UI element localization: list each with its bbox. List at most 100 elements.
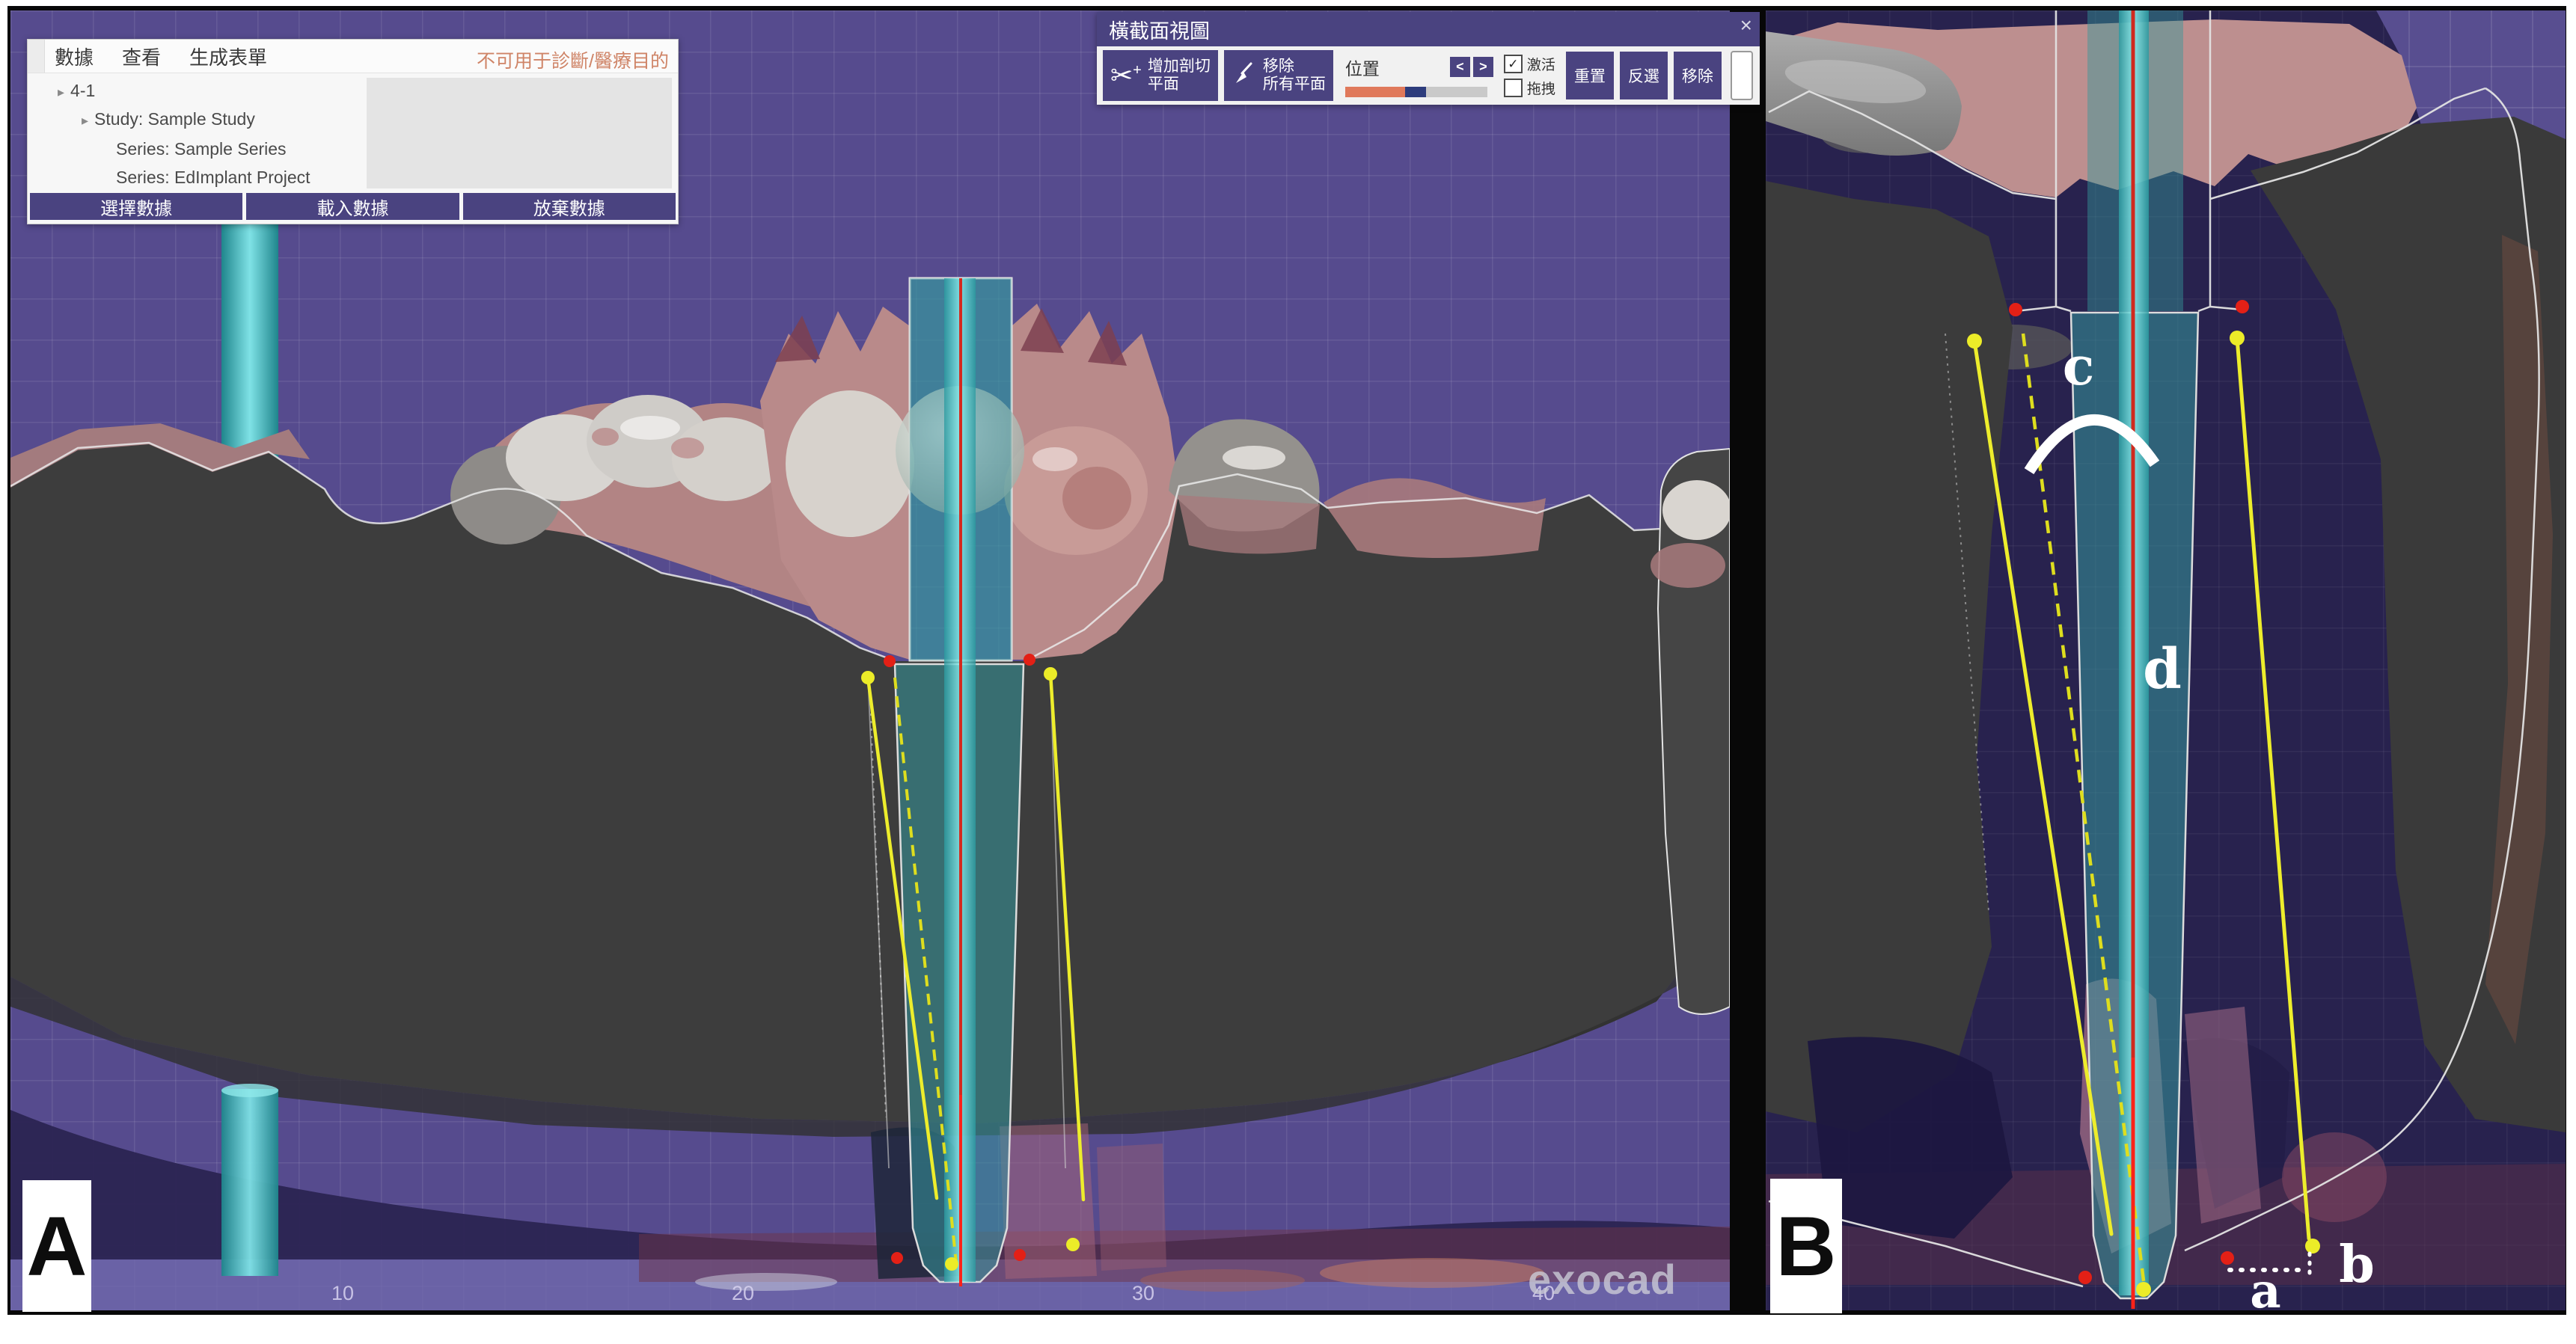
position-block: 位置 < >	[1345, 55, 1493, 97]
plane-indicator[interactable]	[1731, 51, 1753, 100]
gingiva	[1324, 478, 1546, 558]
toolbar-titlebar[interactable]: 橫截面視圖 ×	[1097, 12, 1760, 46]
red-handle[interactable]	[1014, 1249, 1026, 1261]
checkbox-drag[interactable]: 拖拽	[1504, 78, 1555, 98]
yellow-handle[interactable]	[1967, 334, 1982, 349]
menu-bar: 數據 查看 生成表單 不可用于診斷/醫療目的	[28, 40, 678, 73]
reset-button[interactable]: 重置	[1566, 52, 1614, 99]
tooth	[786, 390, 914, 537]
annotation-a: a	[2250, 1263, 2280, 1310]
step-right-button[interactable]: >	[1473, 57, 1493, 77]
red-handle[interactable]	[884, 655, 896, 667]
position-slider[interactable]	[1345, 87, 1487, 97]
tree-item-label: Series: Sample Series	[116, 139, 287, 159]
implant-post-top	[221, 1084, 278, 1097]
yellow-handle[interactable]	[2230, 331, 2245, 346]
exocad-watermark: exocad	[1528, 1255, 1677, 1304]
red-handle[interactable]	[2078, 1271, 2092, 1284]
toolbar-checkboxes: ✓ 激活 拖拽	[1504, 54, 1555, 98]
yellow-handle[interactable]	[861, 671, 875, 684]
yellow-handle[interactable]	[1066, 1238, 1080, 1251]
expander-icon[interactable]: ▸	[82, 113, 88, 128]
checkbox-active-label: 激活	[1527, 54, 1555, 74]
tooth	[672, 417, 780, 501]
red-handle[interactable]	[2221, 1251, 2234, 1265]
yellow-handle[interactable]	[1044, 667, 1057, 681]
checkbox-drag-label: 拖拽	[1527, 78, 1555, 98]
annotation-d: d	[2143, 637, 2182, 702]
discard-data-button[interactable]: 放棄數據	[463, 193, 676, 220]
tree-item-case[interactable]: ▸ 4-1	[58, 81, 95, 101]
position-label: 位置	[1345, 55, 1380, 80]
disclaimer-notice: 不可用于診斷/醫療目的	[477, 46, 669, 73]
tooth-shine	[1223, 446, 1285, 470]
tooth	[1662, 480, 1730, 540]
panel-b-label: B	[1770, 1179, 1842, 1313]
yellow-handle[interactable]	[945, 1257, 958, 1271]
tree-item-label: Series: EdImplant Project	[116, 168, 310, 187]
tree-item-series-1[interactable]: Series: Sample Series	[116, 139, 287, 159]
slider-thumb[interactable]	[1405, 87, 1427, 97]
tree-item-label: 4-1	[70, 81, 95, 100]
checkbox-active[interactable]: ✓ 激活	[1504, 54, 1555, 74]
remove-button[interactable]: 移除	[1674, 52, 1722, 99]
scan-streak	[695, 1273, 837, 1291]
expander-icon[interactable]: ▸	[58, 85, 64, 99]
toolbar-body: ✂+ 增加剖切平面 移除所有平面 位置 < >	[1097, 46, 1760, 105]
tree-item-study[interactable]: ▸ Study: Sample Study	[82, 109, 255, 129]
implant-post-left-lower	[221, 1089, 278, 1276]
load-data-button[interactable]: 載入數據	[246, 193, 459, 220]
remove-all-planes-button[interactable]: 移除所有平面	[1224, 50, 1333, 101]
cross-section-toolbar: 橫截面視圖 × ✂+ 增加剖切平面 移除所有平面 位置	[1097, 12, 1760, 105]
tissue-column	[1097, 1144, 1166, 1271]
toolbar-title: 橫截面視圖	[1109, 15, 1210, 44]
tooth-shine	[620, 416, 680, 440]
ruler-tick: 20	[732, 1282, 754, 1305]
menu-gutter	[28, 40, 45, 73]
close-icon[interactable]: ×	[1740, 15, 1752, 36]
gingiva-round-inner	[1062, 467, 1131, 530]
tissue-blob	[1320, 1258, 1544, 1288]
gingiva	[1178, 495, 1320, 553]
tissue-blob	[1140, 1269, 1305, 1292]
gingiva-shine	[1032, 447, 1077, 471]
panel-a-label: A	[22, 1180, 91, 1312]
data-panel-buttons: 選擇數據 載入數據 放棄數據	[28, 193, 678, 220]
checkbox-drag-box[interactable]	[1504, 79, 1523, 97]
red-handle[interactable]	[891, 1252, 903, 1264]
tree-item-label: Study: Sample Study	[94, 109, 255, 129]
scissors-icon: ✂+	[1110, 62, 1142, 89]
red-handle[interactable]	[2236, 300, 2249, 313]
invert-button[interactable]: 反選	[1620, 52, 1668, 99]
slider-track	[1426, 87, 1487, 97]
red-handle[interactable]	[2009, 303, 2022, 316]
menu-item-view[interactable]: 查看	[122, 43, 161, 70]
gingiva	[1650, 543, 1725, 588]
menu-item-data[interactable]: 數據	[55, 43, 94, 70]
menu-item-generate-form[interactable]: 生成表單	[189, 43, 267, 70]
gingiva-spot	[671, 438, 704, 458]
ruler-tick: 30	[1132, 1282, 1154, 1305]
tree-item-series-2[interactable]: Series: EdImplant Project	[116, 168, 310, 188]
ruler-tick: 10	[331, 1282, 354, 1305]
add-cutting-plane-button[interactable]: ✂+ 增加剖切平面	[1103, 50, 1218, 101]
select-data-button[interactable]: 選擇數據	[30, 193, 242, 220]
gingiva-spot	[592, 428, 619, 446]
bone-mass	[1766, 181, 2013, 1132]
step-left-button[interactable]: <	[1450, 57, 1470, 77]
remove-all-planes-label: 移除所有平面	[1263, 58, 1326, 93]
slider-filled	[1345, 87, 1405, 97]
panel-b-viewport[interactable]: c d a b	[1766, 10, 2566, 1310]
tree-detail-panel	[367, 78, 672, 188]
annotation-c: c	[2063, 335, 2095, 397]
data-panel: 數據 查看 生成表單 不可用于診斷/醫療目的 ▸ 4-1 ▸ Study: Samp…	[27, 39, 679, 224]
cross-section-scene-b: c d a b	[1766, 10, 2566, 1310]
broom-icon	[1232, 61, 1257, 90]
checkbox-active-box[interactable]: ✓	[1504, 55, 1523, 73]
data-tree: ▸ 4-1 ▸ Study: Sample Study Series: Sample…	[28, 73, 678, 193]
gingiva-spike	[775, 316, 820, 362]
yellow-handle[interactable]	[2136, 1282, 2151, 1297]
yellow-handle[interactable]	[2305, 1239, 2320, 1254]
annotation-b: b	[2339, 1235, 2375, 1295]
red-handle[interactable]	[1024, 654, 1035, 666]
